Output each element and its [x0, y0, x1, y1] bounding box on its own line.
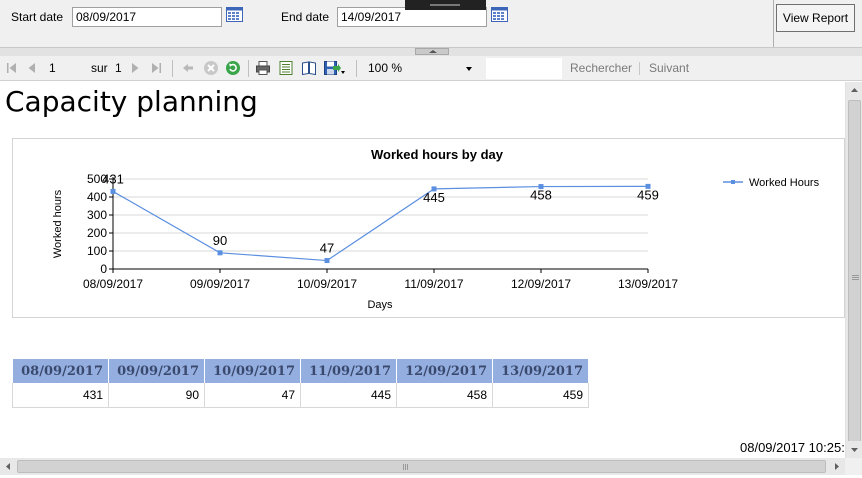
- x-axis-label: Days: [367, 299, 393, 311]
- table-header-cell: 08/09/2017: [12, 359, 109, 383]
- x-tick-label: 13/09/2017: [618, 277, 678, 291]
- data-label: 445: [423, 190, 445, 205]
- x-tick-label: 08/09/2017: [83, 277, 143, 291]
- y-tick-label: 400: [87, 190, 107, 204]
- table-value-cell: 431: [12, 383, 109, 408]
- grip-line: [852, 275, 859, 276]
- page-count: 1: [115, 61, 122, 75]
- vertical-scrollbar[interactable]: [845, 82, 862, 458]
- table-header-cell: 10/09/2017: [204, 359, 301, 383]
- end-date-label: End date: [281, 10, 330, 24]
- scrollbar-corner: [845, 458, 862, 475]
- report-viewer: Capacity planning Worked hours by day Wo…: [0, 82, 845, 458]
- table-value-cell: 47: [204, 383, 301, 408]
- legend-marker: [731, 180, 735, 184]
- stop-icon[interactable]: [203, 60, 219, 76]
- table-header-cell: 09/09/2017: [108, 359, 205, 383]
- data-label: 458: [530, 188, 552, 203]
- scroll-up-button[interactable]: [846, 82, 862, 99]
- data-label: 431: [102, 171, 124, 186]
- export-icon[interactable]: [323, 60, 347, 76]
- table-header-cell: 12/09/2017: [396, 359, 493, 383]
- scroll-right-button[interactable]: [828, 458, 845, 475]
- table-header-cell: 13/09/2017: [492, 359, 589, 383]
- x-tick-label: 11/09/2017: [404, 277, 463, 291]
- page-number-input[interactable]: [44, 59, 82, 77]
- first-page-icon[interactable]: [4, 60, 20, 76]
- grip-line: [403, 464, 404, 470]
- chart-container: Worked hours by day Worked hours Days 0 1…: [12, 138, 845, 318]
- grip-line: [407, 464, 408, 470]
- of-label: sur: [91, 61, 108, 75]
- y-tick-label: 300: [87, 208, 107, 222]
- data-label: 459: [637, 187, 659, 202]
- zoom-dropdown[interactable]: 100 %: [364, 59, 476, 78]
- data-point: [110, 188, 116, 194]
- line-chart: Worked hours by day Worked hours Days 0 1…: [52, 147, 820, 311]
- series-line: [112, 185, 649, 262]
- scroll-down-button[interactable]: [846, 441, 862, 458]
- back-icon[interactable]: [180, 60, 196, 76]
- grip-line: [852, 277, 859, 278]
- report-timestamp: 08/09/2017 10:25:: [740, 440, 845, 455]
- find-next-link[interactable]: Suivant: [649, 61, 689, 75]
- x-tick-label: 12/09/2017: [511, 277, 571, 291]
- last-page-icon[interactable]: [148, 60, 164, 76]
- table-value-cell: 90: [108, 383, 205, 408]
- legend-entry: Worked Hours: [749, 177, 820, 189]
- refresh-icon[interactable]: [225, 60, 241, 76]
- grip-line: [405, 464, 406, 470]
- table-value-cell: 459: [492, 383, 589, 408]
- y-tick-label: 100: [87, 244, 107, 258]
- scroll-left-button[interactable]: [0, 458, 17, 475]
- data-point: [217, 250, 223, 256]
- view-report-button[interactable]: View Report: [776, 4, 855, 32]
- data-table: 08/09/2017 09/09/2017 10/09/2017 11/09/2017…: [12, 359, 589, 408]
- search-input[interactable]: [486, 58, 562, 79]
- zoom-value: 100 %: [368, 61, 403, 75]
- vertical-scroll-thumb[interactable]: [848, 100, 861, 455]
- print-icon[interactable]: [255, 60, 271, 76]
- horizontal-scroll-thumb[interactable]: [17, 460, 826, 473]
- toolbar-separator: [356, 60, 357, 77]
- start-calendar-icon[interactable]: [226, 7, 243, 22]
- start-date-label: Start date: [11, 10, 64, 24]
- end-calendar-icon[interactable]: [491, 7, 508, 22]
- print-layout-icon[interactable]: [278, 60, 294, 76]
- data-point: [324, 258, 330, 264]
- page-title: Capacity planning: [5, 85, 258, 118]
- page-setup-icon[interactable]: [301, 60, 317, 76]
- table-header-cell: 11/09/2017: [300, 359, 397, 383]
- previous-page-icon[interactable]: [24, 60, 40, 76]
- y-tick-label: 0: [100, 262, 107, 276]
- chevron-down-icon: [466, 67, 472, 71]
- data-label: 47: [320, 241, 334, 256]
- x-tick-label: 09/09/2017: [190, 277, 250, 291]
- collapse-parameters-button[interactable]: [415, 48, 449, 55]
- find-link[interactable]: Rechercher: [570, 61, 632, 75]
- toolbar-separator: [172, 60, 173, 77]
- link-separator: [639, 62, 640, 75]
- end-date-input[interactable]: [337, 7, 487, 27]
- horizontal-scrollbar[interactable]: [0, 458, 845, 475]
- data-label: 90: [213, 233, 227, 248]
- next-page-icon[interactable]: [127, 60, 143, 76]
- window-drag-handle[interactable]: [405, 0, 486, 10]
- table-value-cell: 458: [396, 383, 493, 408]
- toolbar-separator: [248, 60, 249, 77]
- x-tick-label: 10/09/2017: [297, 277, 357, 291]
- chart-title: Worked hours by day: [371, 147, 504, 162]
- grip-line: [852, 279, 859, 280]
- y-tick-label: 200: [87, 226, 107, 240]
- start-date-input[interactable]: [72, 7, 222, 27]
- y-axis-label: Worked hours: [52, 189, 64, 258]
- table-value-cell: 445: [300, 383, 397, 408]
